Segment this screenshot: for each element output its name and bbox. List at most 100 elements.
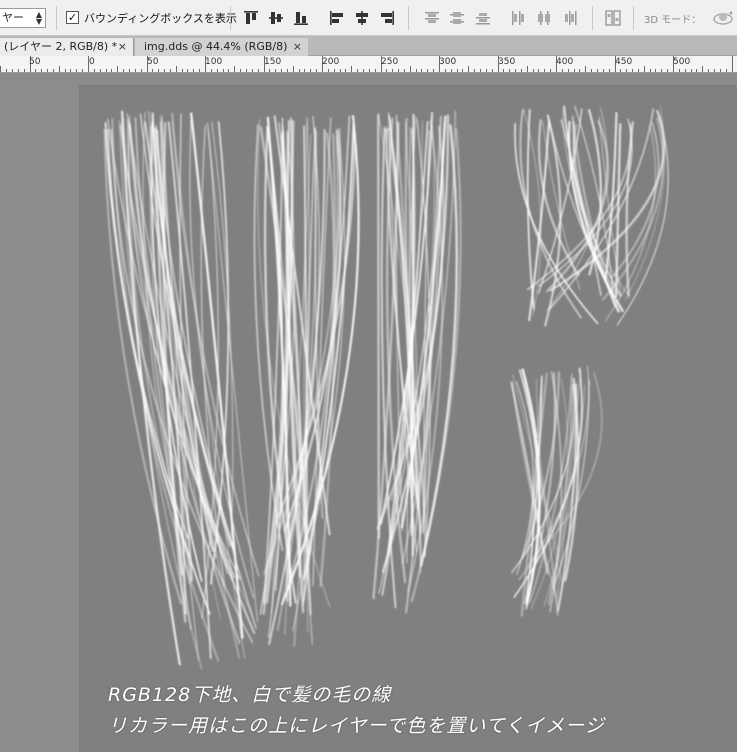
ruler-tick <box>369 69 370 72</box>
ruler-tick <box>451 69 452 72</box>
show-bounding-box-label: バウンディングボックスを表示 <box>84 12 237 25</box>
align-horizontal-centers-icon[interactable] <box>353 9 371 27</box>
ruler-tick <box>351 66 352 72</box>
ruler-tick <box>76 69 77 72</box>
auto-align-layers-icon[interactable] <box>604 9 622 27</box>
ruler-tick <box>182 69 183 72</box>
ruler-tick <box>720 69 721 72</box>
ruler-tick <box>462 69 463 72</box>
distribute-horizontal-centers-icon[interactable] <box>535 9 553 27</box>
distribute-right-icon[interactable] <box>561 9 579 27</box>
show-bounding-box-checkbox[interactable]: ✓ <box>66 11 79 24</box>
ruler-tick <box>638 69 639 72</box>
ruler-tick <box>100 69 101 72</box>
ruler-tick <box>702 66 703 72</box>
ruler-label: 350 <box>498 57 516 67</box>
ruler-tick <box>474 69 475 72</box>
distribute-vertical-centers-icon[interactable] <box>448 9 466 27</box>
horizontal-ruler[interactable]: 50 0 50 100 150 200 250 300 350 400 450 … <box>0 56 737 73</box>
ruler-tick <box>591 69 592 72</box>
ruler-tick <box>416 69 417 72</box>
ruler-tick <box>562 69 563 72</box>
auto-select-dropdown[interactable]: ヤー ▲ ▼ <box>0 8 46 28</box>
ruler-label: 500 <box>673 57 691 67</box>
tab-label: (レイヤー 2, RGB/8) * <box>4 40 118 53</box>
ruler-tick <box>486 69 487 72</box>
ruler-tick <box>111 69 112 72</box>
ruler-tick <box>41 69 42 72</box>
ruler-tick <box>59 66 60 72</box>
toolbar-divider <box>56 6 57 30</box>
ruler-tick <box>714 69 715 72</box>
ruler-tick <box>585 66 586 72</box>
toolbar-divider <box>592 6 593 30</box>
ruler-tick <box>170 69 171 72</box>
close-icon[interactable]: × <box>293 38 302 55</box>
ruler-tick <box>609 69 610 72</box>
ruler-tick <box>246 69 247 72</box>
align-top-edges-icon[interactable] <box>242 9 260 27</box>
close-icon[interactable]: × <box>118 38 127 55</box>
ruler-label: 50 <box>29 57 41 67</box>
distribute-top-icon[interactable] <box>423 9 441 27</box>
ruler-tick <box>135 69 136 72</box>
toolbar-divider <box>408 6 409 30</box>
ruler-tick <box>310 69 311 72</box>
ruler-label: 200 <box>322 57 340 67</box>
align-vertical-centers-icon[interactable] <box>267 9 285 27</box>
tab-img-dds[interactable]: img.dds @ 44.4% (RGB/8) × <box>135 38 308 56</box>
ruler-tick <box>217 69 218 72</box>
hair-strand <box>127 118 241 580</box>
ruler-tick <box>252 69 253 72</box>
ruler-tick <box>574 69 575 72</box>
ruler-tick <box>18 69 19 72</box>
ruler-tick <box>12 69 13 72</box>
ruler-label: 100 <box>205 57 223 67</box>
ruler-tick <box>176 66 177 72</box>
ruler-tick <box>187 69 188 72</box>
ruler-tick <box>644 66 645 72</box>
ruler-tick <box>363 69 364 72</box>
ruler-tick <box>544 69 545 72</box>
hair-strand <box>616 114 669 326</box>
ruler-tick <box>632 69 633 72</box>
ruler-tick <box>228 69 229 72</box>
ruler-tick <box>340 69 341 72</box>
orbit-3d-icon[interactable] <box>712 8 734 28</box>
ruler-tick <box>6 69 7 72</box>
ruler-tick <box>345 69 346 72</box>
ruler-tick <box>53 69 54 72</box>
align-right-edges-icon[interactable] <box>378 9 396 27</box>
ruler-tick <box>468 66 469 72</box>
ruler-tick <box>667 69 668 72</box>
ruler-tick <box>141 69 142 72</box>
ruler-tick <box>492 69 493 72</box>
distribute-bottom-icon[interactable] <box>474 9 492 27</box>
ruler-tick <box>334 69 335 72</box>
ruler-tick <box>732 56 733 72</box>
tab-layer-2-document[interactable]: (レイヤー 2, RGB/8) * × <box>0 38 134 56</box>
hair-strand <box>302 115 351 606</box>
caption-line-1: RGB128下地、白で髪の毛の線 <box>108 684 392 706</box>
options-bar: ヤー ▲ ▼ ✓ バウンディングボックスを表示 3D モード： <box>0 0 737 36</box>
align-bottom-edges-icon[interactable] <box>292 9 310 27</box>
3d-mode-label: 3D モード： <box>644 15 702 26</box>
toolbar-divider <box>633 6 634 30</box>
ruler-tick <box>708 69 709 72</box>
distribute-left-icon[interactable] <box>509 9 527 27</box>
hair-strands-artwork <box>103 105 669 670</box>
ruler-tick <box>696 69 697 72</box>
ruler-label: 50 <box>147 57 159 67</box>
align-left-edges-icon[interactable] <box>328 9 346 27</box>
ruler-tick <box>691 69 692 72</box>
ruler-label: 400 <box>556 57 574 67</box>
ruler-tick <box>82 69 83 72</box>
ruler-tick <box>650 69 651 72</box>
document-tab-bar: (レイヤー 2, RGB/8) * × img.dds @ 44.4% (RGB… <box>0 36 737 56</box>
ruler-tick <box>328 69 329 72</box>
ruler-tick <box>269 69 270 72</box>
ruler-label: 0 <box>89 57 95 67</box>
ruler-tick <box>457 69 458 72</box>
ruler-tick <box>445 69 446 72</box>
ruler-tick <box>24 69 25 72</box>
